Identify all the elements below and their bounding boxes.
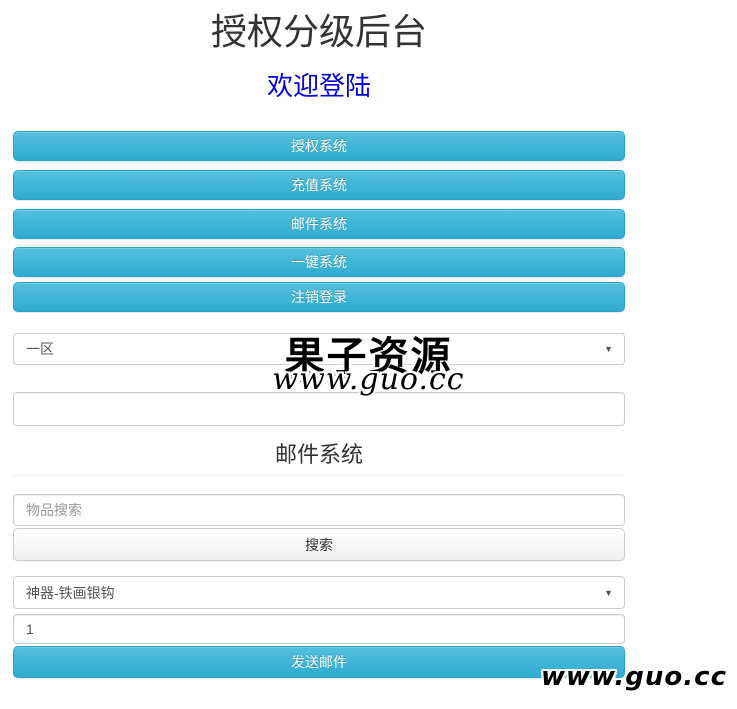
nav-button-stack: 授权系统 充值系统 邮件系统 一键系统 注销登录 (13, 131, 625, 312)
welcome-login-link[interactable]: 欢迎登陆 (13, 73, 625, 99)
role-name-label: 游戏角色名 (13, 370, 625, 386)
nav-button-onekey-system[interactable]: 一键系统 (13, 247, 625, 277)
nav-button-recharge-system[interactable]: 充值系统 (13, 170, 625, 200)
quantity-input[interactable] (13, 614, 625, 644)
mail-section-title: 邮件系统 (13, 443, 625, 467)
section-divider (13, 475, 625, 476)
nav-button-mail-system[interactable]: 邮件系统 (13, 209, 625, 239)
page-title: 授权分级后台 (13, 13, 625, 51)
item-search-input[interactable] (13, 494, 625, 526)
search-button[interactable]: 搜索 (13, 528, 625, 561)
item-select-wrap: 神器-铁画银钩 ▼ (13, 576, 625, 609)
nav-button-auth-system[interactable]: 授权系统 (13, 131, 625, 161)
main-container: 授权分级后台 欢迎登陆 授权系统 充值系统 邮件系统 一键系统 注销登录 一区 … (13, 13, 625, 678)
role-name-input[interactable] (13, 392, 625, 426)
nav-button-logout[interactable]: 注销登录 (13, 282, 625, 312)
zone-select-wrap: 一区 ▼ (13, 333, 625, 365)
zone-select[interactable]: 一区 (13, 333, 625, 365)
send-mail-button[interactable]: 发送邮件 (13, 646, 625, 678)
item-select[interactable]: 神器-铁画银钩 (13, 576, 625, 609)
